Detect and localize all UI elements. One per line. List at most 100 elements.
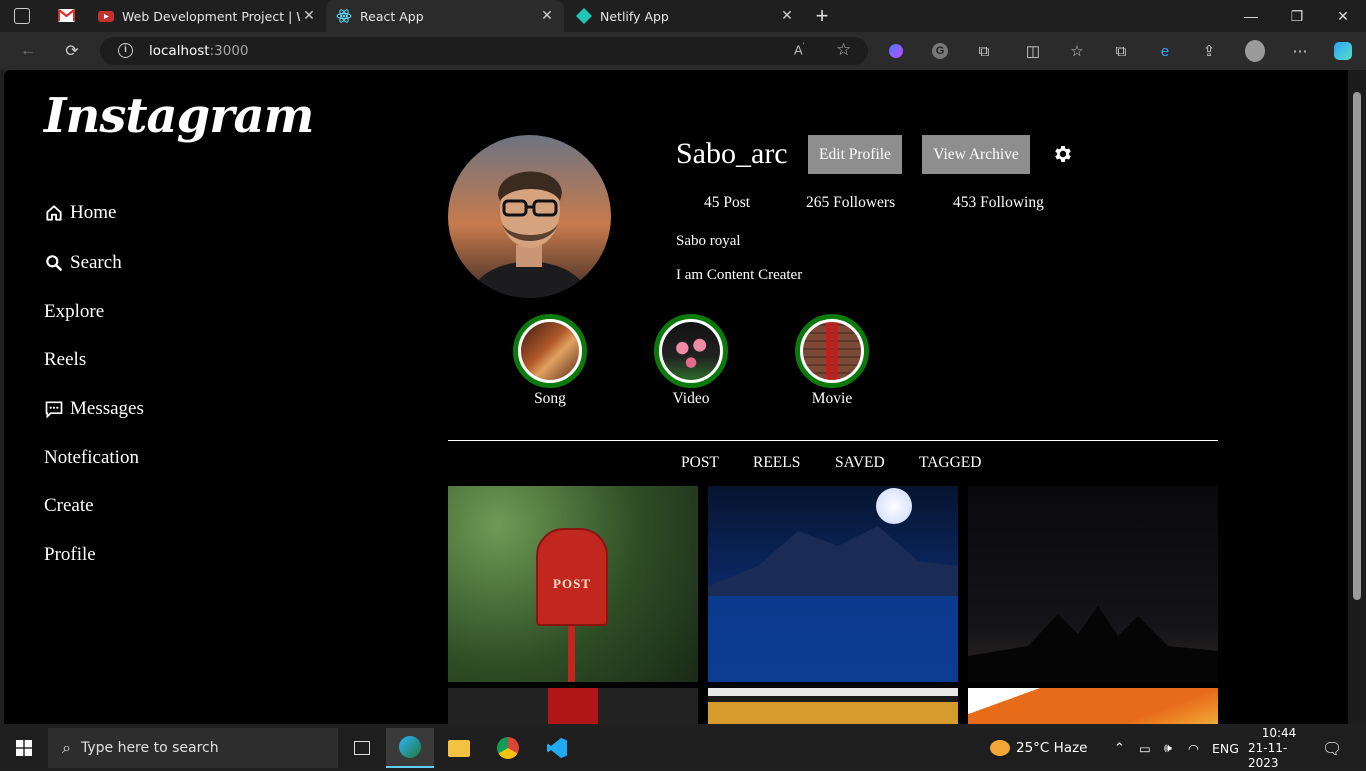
notification-center-icon[interactable]: 🗨	[1322, 728, 1342, 768]
volume-icon[interactable]: 🕪	[1164, 728, 1172, 768]
post-mailbox-image[interactable]: POST	[448, 486, 698, 682]
clock-date: 21-11-2023	[1248, 740, 1288, 770]
sidebar-item-reels[interactable]: Reels	[44, 349, 86, 371]
new-tab-button[interactable]: +	[812, 4, 832, 28]
language-indicator[interactable]: ENG	[1212, 728, 1239, 768]
grammarly-icon[interactable]: G	[930, 41, 950, 61]
taskbar-search-box[interactable]: ⌕ Type here to search	[48, 728, 338, 768]
clock[interactable]: 10:44 21-11-2023	[1248, 725, 1310, 770]
profile-bio: I am Content Creater	[676, 267, 803, 283]
story-highlight-video[interactable]: Video	[641, 314, 741, 408]
sidebar-item-notification[interactable]: Notefication	[44, 447, 139, 469]
story-ring	[654, 314, 728, 388]
post-moon-lake-image[interactable]	[708, 486, 958, 682]
url-text: localhost:3000	[149, 43, 249, 59]
profile-name: Sabo royal	[676, 233, 741, 249]
page-scrollbar[interactable]	[1348, 70, 1366, 724]
meet-now-icon[interactable]: ▭	[1139, 728, 1151, 768]
more-icon[interactable]: ⋯	[1290, 41, 1310, 61]
netlify-icon	[576, 8, 592, 24]
post-image-4[interactable]	[448, 688, 698, 724]
search-placeholder: Type here to search	[80, 740, 219, 756]
back-icon[interactable]: ←	[17, 40, 39, 62]
tab-actions-icon[interactable]	[14, 8, 30, 24]
extension-icon[interactable]	[886, 41, 906, 61]
collections-icon[interactable]: ⧉	[1111, 41, 1131, 61]
view-archive-button[interactable]: View Archive	[922, 135, 1030, 174]
close-window-icon[interactable]: ✕	[1320, 0, 1366, 32]
mountains	[708, 526, 958, 682]
read-aloud-icon[interactable]: Aʼ	[794, 42, 804, 57]
task-view-icon[interactable]	[338, 728, 386, 768]
extensions-puzzle-icon[interactable]: ⧉	[974, 41, 994, 61]
clock-time: 10:44	[1261, 725, 1297, 740]
tab-close-icon[interactable]: ✕	[538, 8, 556, 24]
tab-tagged[interactable]: TAGGED	[919, 454, 981, 472]
sidebar-item-messages[interactable]: Messages	[44, 398, 144, 420]
gmail-icon[interactable]	[58, 9, 75, 22]
tab-post[interactable]: POST	[681, 454, 719, 472]
favorite-star-icon[interactable]: ☆	[836, 40, 851, 60]
story-highlight-movie[interactable]: Movie	[782, 314, 882, 408]
post-night-sky-image[interactable]	[968, 486, 1218, 682]
favorites-icon[interactable]: ☆	[1067, 41, 1087, 61]
sidebar-item-explore[interactable]: Explore	[44, 301, 104, 323]
story-ring	[795, 314, 869, 388]
profile-avatar-image[interactable]	[448, 135, 611, 298]
following-count[interactable]: 453 Following	[953, 194, 1044, 212]
sidebar-item-home[interactable]: Home	[44, 202, 116, 224]
posts-count[interactable]: 45 Post	[704, 194, 750, 212]
instagram-logo: Instagram	[44, 88, 314, 144]
refresh-icon[interactable]: ⟳	[61, 40, 83, 62]
restore-icon[interactable]: ❐	[1274, 0, 1320, 32]
minimize-icon[interactable]: —	[1228, 0, 1274, 32]
home-icon	[46, 205, 62, 221]
tab-close-icon[interactable]: ✕	[778, 8, 796, 24]
story-highlight-song[interactable]: Song	[500, 314, 600, 408]
tab-close-icon[interactable]: ✕	[300, 8, 318, 24]
search-icon	[46, 255, 62, 271]
post-image-6[interactable]	[968, 688, 1218, 724]
sidebar-item-profile[interactable]: Profile	[44, 544, 96, 566]
tab-react-app[interactable]: React App ✕	[326, 0, 564, 32]
sidebar-item-label: Notefication	[44, 447, 139, 468]
tab-netlify-app[interactable]: Netlify App ✕	[566, 0, 804, 32]
copilot-icon[interactable]	[1333, 41, 1353, 61]
windows-taskbar: ⌕ Type here to search 25°C Haze ⌃ ▭ 🕪 ◠ …	[0, 725, 1366, 770]
message-icon	[45, 401, 63, 419]
split-screen-icon[interactable]: ◫	[1023, 41, 1043, 61]
browser-tab-strip: Web Development Project | Web ✕ React Ap…	[0, 0, 1366, 32]
address-bar[interactable]: i localhost:3000 Aʼ ☆	[100, 37, 868, 65]
file-explorer-icon[interactable]	[435, 728, 483, 768]
tab-title: React App	[360, 8, 424, 24]
content-divider	[448, 440, 1218, 441]
settings-gear-icon[interactable]	[1052, 143, 1074, 165]
chrome-icon[interactable]	[484, 728, 532, 768]
tab-reels[interactable]: REELS	[753, 454, 800, 472]
profile-avatar[interactable]	[1245, 40, 1265, 62]
tab-title: Web Development Project | Web	[122, 8, 300, 24]
search-icon: ⌕	[62, 738, 71, 757]
sidebar-item-label: Profile	[44, 544, 96, 565]
weather-widget[interactable]: 25°C Haze	[990, 728, 1087, 768]
sidebar-item-search[interactable]: Search	[44, 252, 122, 274]
sidebar-item-label: Reels	[44, 349, 87, 370]
edge-taskbar-icon[interactable]	[386, 728, 434, 768]
browser-toolbar: ← ⟳ i localhost:3000 Aʼ ☆ G ⧉ ◫ ☆ ⧉ e ⇪ …	[0, 32, 1366, 70]
scrollbar-thumb[interactable]	[1353, 92, 1361, 600]
tab-saved[interactable]: SAVED	[835, 454, 885, 472]
tab-web-development[interactable]: Web Development Project | Web ✕	[88, 0, 326, 32]
edge-bar-icon[interactable]: e	[1155, 41, 1175, 61]
post-image-5[interactable]	[708, 688, 958, 724]
sidebar-item-create[interactable]: Create	[44, 495, 94, 517]
show-hidden-icons[interactable]: ⌃	[1114, 728, 1125, 768]
share-icon[interactable]: ⇪	[1199, 41, 1219, 61]
followers-count[interactable]: 265 Followers	[806, 194, 895, 212]
tree-silhouette	[968, 606, 1218, 682]
wifi-icon[interactable]: ◠	[1188, 728, 1199, 768]
vscode-icon[interactable]	[533, 728, 581, 768]
sidebar-item-label: Search	[70, 252, 122, 273]
edit-profile-button[interactable]: Edit Profile	[808, 135, 902, 174]
windows-start-icon[interactable]	[16, 740, 32, 756]
site-info-icon[interactable]: i	[118, 43, 133, 58]
